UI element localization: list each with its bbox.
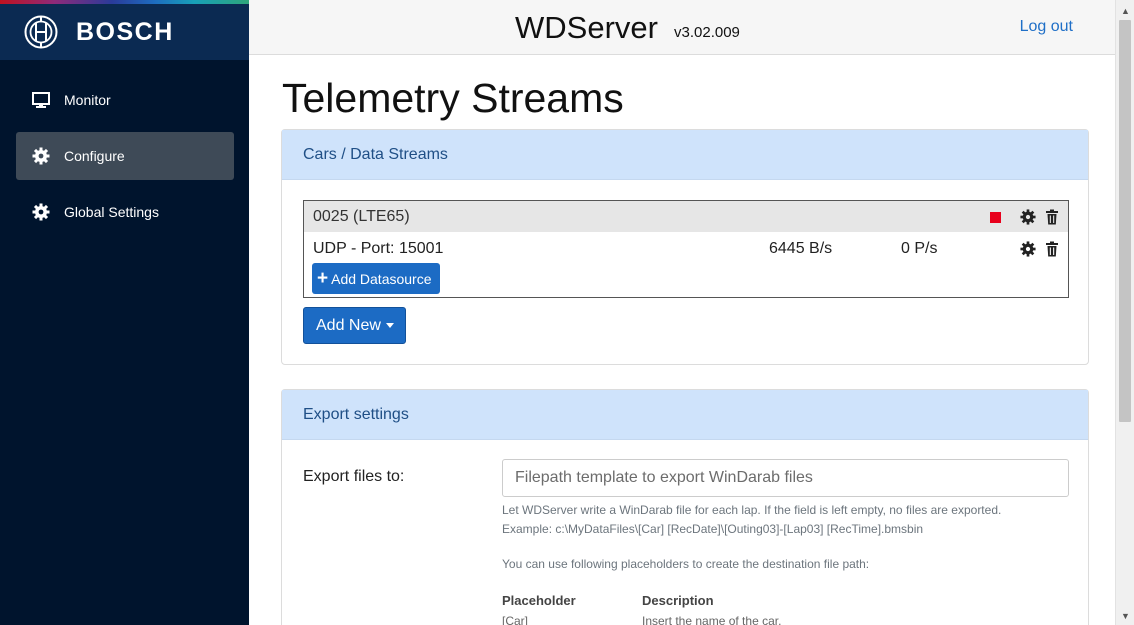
logout-link[interactable]: Log out <box>1020 18 1073 36</box>
brand-header: BOSCH <box>0 4 249 60</box>
monitor-icon <box>32 91 50 109</box>
scrollbar-thumb[interactable] <box>1119 20 1131 422</box>
app-version: v3.02.009 <box>674 24 740 41</box>
app-title: WDServer <box>515 10 658 45</box>
car-row: 0025 (LTE65) <box>304 201 1068 232</box>
sidebar-item-label: Monitor <box>64 92 111 108</box>
export-example-text: Example: c:\MyDataFiles\[Car] [RecDate]\… <box>502 522 924 536</box>
datasource-settings-gear-icon[interactable] <box>1020 241 1036 257</box>
datasource-rate: 6445 B/s <box>769 240 833 257</box>
sidebar-item-label: Configure <box>64 148 125 164</box>
sidebar-nav: Monitor Configure Global Settings <box>16 76 234 244</box>
export-help-text: Let WDServer write a WinDarab file for e… <box>502 503 1002 517</box>
placeholder-column-header: Placeholder <box>502 593 576 608</box>
export-card: Export settings Export files to: Let WDS… <box>281 389 1089 625</box>
export-card-header: Export settings <box>282 390 1088 440</box>
car-panel: 0025 (LTE65) UDP - Port: 15001 6445 B/s … <box>303 200 1069 298</box>
streams-card: Cars / Data Streams 0025 (LTE65) UDP - P… <box>281 129 1089 365</box>
page-scrollbar[interactable]: ▲ ▼ <box>1115 0 1134 625</box>
placeholder-intro-text: You can use following placeholders to cr… <box>502 557 870 571</box>
top-bar: WDServer v3.02.009 Log out <box>249 0 1115 55</box>
sidebar: BOSCH Monitor Configure Global Settings <box>0 0 249 625</box>
description-column-header: Description <box>642 593 714 608</box>
add-new-label: Add New <box>316 316 381 334</box>
description-cell: Insert the name of the car. <box>642 614 782 625</box>
scroll-down-arrow-icon[interactable]: ▼ <box>1121 611 1130 621</box>
export-path-input[interactable] <box>502 459 1069 497</box>
page-title: Telemetry Streams <box>282 75 624 121</box>
datasource-packets: 0 P/s <box>901 240 938 257</box>
stop-icon[interactable] <box>990 212 1001 223</box>
car-delete-trash-icon[interactable] <box>1044 209 1060 225</box>
bosch-armature-icon <box>24 15 58 49</box>
car-settings-gear-icon[interactable] <box>1020 209 1036 225</box>
add-new-dropdown-button[interactable]: Add New <box>303 307 406 344</box>
datasource-label: UDP - Port: 15001 <box>313 240 444 257</box>
brand-name: BOSCH <box>76 17 174 46</box>
sidebar-item-configure[interactable]: Configure <box>16 132 234 180</box>
sidebar-item-global-settings[interactable]: Global Settings <box>16 188 234 236</box>
sidebar-item-label: Global Settings <box>64 204 159 220</box>
gear-icon <box>32 203 50 221</box>
car-name: 0025 (LTE65) <box>313 207 410 225</box>
plus-icon: + <box>317 268 329 289</box>
caret-down-icon <box>385 323 394 328</box>
add-datasource-button[interactable]: + Add Datasource <box>312 263 440 294</box>
scroll-up-arrow-icon[interactable]: ▲ <box>1121 6 1130 16</box>
streams-card-header: Cars / Data Streams <box>282 130 1088 180</box>
datasource-row: UDP - Port: 15001 6445 B/s 0 P/s <box>304 232 1068 266</box>
export-path-label: Export files to: <box>303 468 405 485</box>
datasource-delete-trash-icon[interactable] <box>1044 241 1060 257</box>
sidebar-item-monitor[interactable]: Monitor <box>16 76 234 124</box>
add-datasource-label: Add Datasource <box>331 270 432 287</box>
gear-icon <box>32 147 50 165</box>
placeholder-cell: [Car] <box>502 614 529 625</box>
